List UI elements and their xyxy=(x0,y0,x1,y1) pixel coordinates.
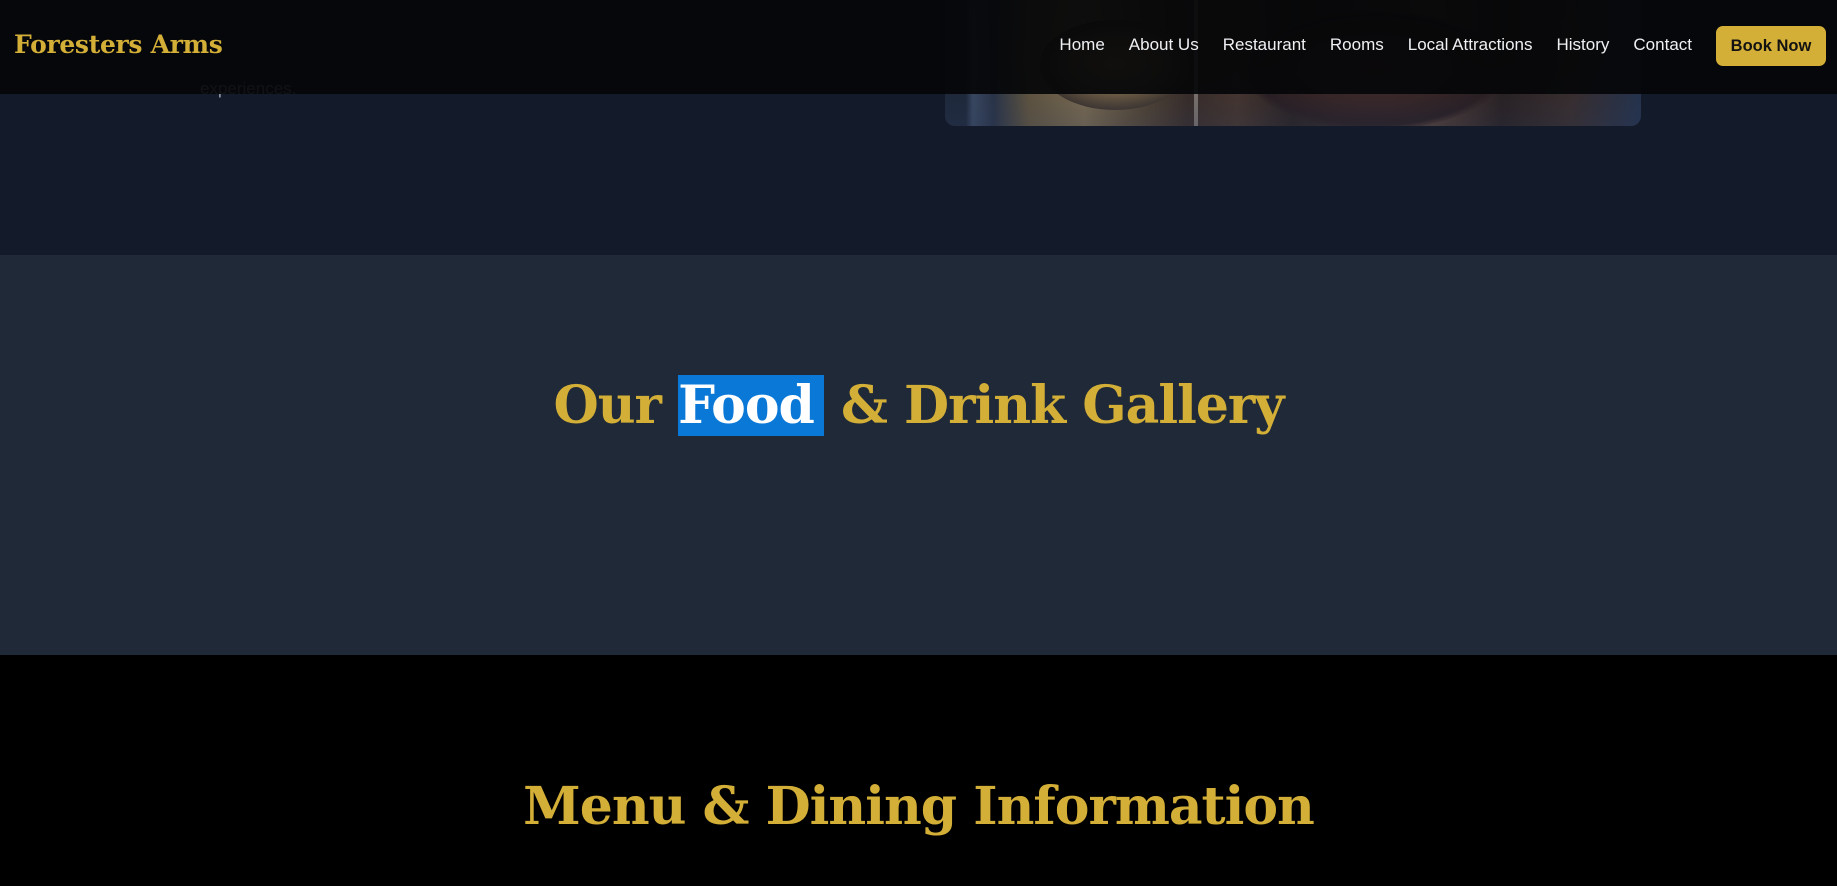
nav-link-contact[interactable]: Contact xyxy=(1633,35,1692,55)
nav-link-home[interactable]: Home xyxy=(1059,35,1104,55)
page: experiences. Foresters Arms Home About U… xyxy=(0,0,1837,886)
gallery-section: Our Food & Drink Gallery xyxy=(0,255,1837,655)
selected-text[interactable]: Food xyxy=(678,375,824,436)
nav-links: Home About Us Restaurant Rooms Local Att… xyxy=(1059,35,1692,55)
book-now-button[interactable]: Book Now xyxy=(1716,26,1826,66)
nav-link-rooms[interactable]: Rooms xyxy=(1330,35,1384,55)
navbar: Foresters Arms Home About Us Restaurant … xyxy=(0,0,1837,94)
nav-link-restaurant[interactable]: Restaurant xyxy=(1223,35,1306,55)
gallery-title-end: & Drink Gallery xyxy=(823,375,1285,436)
nav-link-history[interactable]: History xyxy=(1557,35,1610,55)
menu-section: Menu & Dining Information xyxy=(0,655,1837,886)
nav-link-about-us[interactable]: About Us xyxy=(1129,35,1199,55)
nav-link-local-attractions[interactable]: Local Attractions xyxy=(1408,35,1533,55)
gallery-title-start: Our xyxy=(553,375,679,436)
menu-title: Menu & Dining Information xyxy=(523,776,1315,837)
gallery-title: Our Food & Drink Gallery xyxy=(0,375,1837,436)
brand-logo[interactable]: Foresters Arms xyxy=(14,30,223,59)
